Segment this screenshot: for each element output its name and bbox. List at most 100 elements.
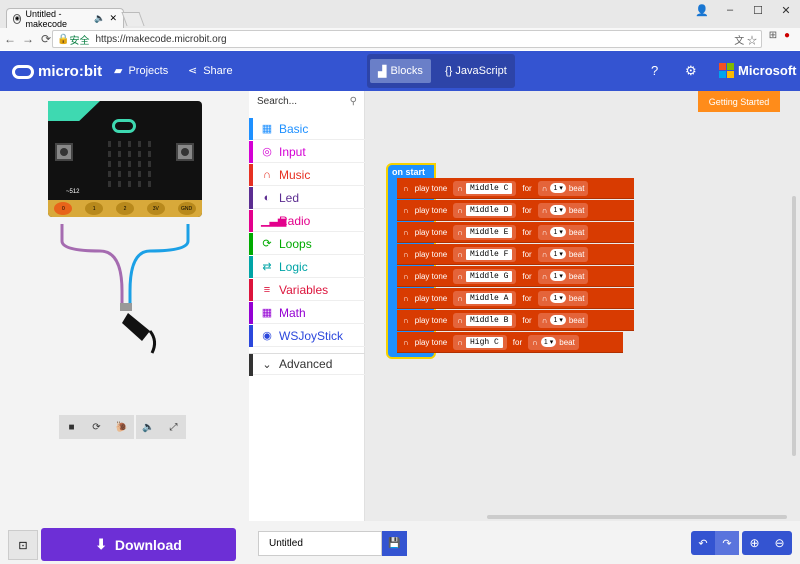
beat-count: 1 ▾ — [550, 293, 566, 303]
headphones-icon: ∩ — [403, 183, 409, 193]
toolbox-category-wsjoystick[interactable]: ◉ WSJoyStick — [249, 325, 365, 347]
note-dropdown[interactable]: ∩ Middle C — [453, 180, 517, 196]
tab-close-icon[interactable]: ✕ — [109, 13, 117, 24]
beat-dropdown[interactable]: ∩ 1 ▾ beat — [537, 224, 589, 240]
note-value: Middle D — [465, 204, 513, 216]
gear-icon[interactable]: ⚙ — [685, 63, 697, 79]
beat-dropdown[interactable]: ∩ 1 ▾ beat — [537, 202, 589, 218]
play-tone-block[interactable]: ∩ play tone ∩ Middle Gfor ∩ 1 ▾ beat — [397, 266, 634, 287]
user-icon[interactable]: 👤 — [688, 0, 716, 20]
logo-text: micro:bit — [38, 63, 103, 80]
share-button[interactable]: ⋖ Share — [188, 64, 233, 78]
play-tone-block[interactable]: ∩ play tone ∩ High Cfor ∩ 1 ▾ beat — [397, 332, 623, 353]
minimize-button[interactable]: – — [716, 0, 744, 20]
browser-tab[interactable]: ◉ Untitled - makecode 🔈 ✕ — [6, 8, 124, 29]
window-controls: 👤 – ☐ ✕ — [688, 0, 800, 20]
play-tone-block[interactable]: ∩ play tone ∩ Middle Ffor ∩ 1 ▾ beat — [397, 244, 634, 265]
toolbox-category-math[interactable]: ▦ Math — [249, 302, 365, 324]
note-dropdown[interactable]: ∩ Middle A — [453, 290, 517, 306]
headphones-icon: ∩ — [541, 183, 548, 193]
toolbox-category-input[interactable]: ◎ Input — [249, 141, 365, 163]
beat-label: beat — [568, 205, 585, 215]
play-tone-block[interactable]: ∩ play tone ∩ Middle Cfor ∩ 1 ▾ beat — [397, 178, 634, 199]
microsoft-logo[interactable]: Microsoft — [719, 63, 797, 78]
play-tone-block[interactable]: ∩ play tone ∩ Middle Efor ∩ 1 ▾ beat — [397, 222, 634, 243]
target-icon: ◎ — [262, 146, 272, 158]
forward-icon[interactable]: → — [20, 32, 36, 46]
fullscreen-icon[interactable]: ⤢ — [161, 415, 186, 439]
note-dropdown[interactable]: ∩ Middle F — [453, 246, 517, 262]
headphones-icon: ∩ — [457, 293, 463, 303]
toolbox-category-variables[interactable]: ≡ Variables — [249, 279, 365, 301]
redo-icon[interactable]: ↷ — [715, 531, 739, 555]
toolbox-category-radio[interactable]: ▁▃▅ Radio — [249, 210, 365, 232]
stop-icon[interactable]: ■ — [59, 415, 84, 439]
save-button[interactable]: 💾 — [382, 531, 407, 556]
toolbox-advanced[interactable]: ⌄ Advanced — [249, 353, 365, 376]
toolbox-category-music[interactable]: ∩ Music — [249, 164, 365, 186]
share-label: Share — [203, 64, 233, 77]
beat-dropdown[interactable]: ∩ 1 ▾ beat — [537, 180, 589, 196]
beat-count: 1 ▾ — [550, 205, 566, 215]
play-tone-block[interactable]: ∩ play tone ∩ Middle Bfor ∩ 1 ▾ beat — [397, 310, 634, 331]
for-label: for — [522, 293, 532, 303]
play-tone-block[interactable]: ∩ play tone ∩ Middle Afor ∩ 1 ▾ beat — [397, 288, 634, 309]
zoom-group: ⊕ ⊖ — [742, 531, 792, 555]
getting-started-button[interactable]: Getting Started — [698, 91, 780, 112]
horizontal-scrollbar[interactable] — [487, 515, 787, 519]
headphones-icon: ∩ — [403, 205, 409, 215]
download-button[interactable]: ⬇ Download — [41, 528, 236, 561]
note-dropdown[interactable]: ∩ Middle D — [453, 202, 517, 218]
undo-icon[interactable]: ↶ — [691, 531, 715, 555]
signal-icon: ▁▃▅ — [261, 215, 287, 227]
new-tab-button[interactable] — [121, 12, 145, 26]
back-icon[interactable]: ← — [2, 32, 18, 46]
toolbox-category-basic[interactable]: ▦ Basic — [249, 118, 365, 140]
category-label: Led — [279, 190, 300, 205]
zoom-out-icon[interactable]: ⊖ — [767, 531, 792, 555]
zoom-in-icon[interactable]: ⊕ — [742, 531, 767, 555]
search-icon[interactable]: ⚲ — [350, 96, 357, 107]
microbit-logo[interactable]: micro:bit — [12, 63, 102, 80]
beat-dropdown[interactable]: ∩ 1 ▾ beat — [528, 334, 579, 350]
beat-dropdown[interactable]: ∩ 1 ▾ beat — [537, 312, 589, 328]
address-bar[interactable]: 🔒 安全 https://makecode.microbit.org 文 ☆ — [52, 30, 762, 48]
beat-count: 1 ▾ — [550, 315, 566, 325]
beat-dropdown[interactable]: ∩ 1 ▾ beat — [537, 290, 589, 306]
blocks-tab[interactable]: ▟ Blocks — [370, 59, 431, 83]
extension-red-icon[interactable]: ● — [780, 30, 794, 44]
extension-icon[interactable]: ⊞ — [766, 30, 780, 44]
note-dropdown[interactable]: ∩ Middle E — [453, 224, 517, 240]
note-dropdown[interactable]: ∩ Middle B — [453, 312, 517, 328]
for-label: for — [522, 227, 532, 237]
category-label: Math — [279, 305, 306, 320]
toolbox-category-led[interactable]: ◐ Led — [249, 187, 365, 209]
restart-icon[interactable]: ⟳ — [84, 415, 109, 439]
slowmo-icon[interactable]: 🐌 — [109, 415, 134, 439]
headphone-wires — [60, 224, 190, 354]
toolbox-category-logic[interactable]: ⇄ Logic — [249, 256, 365, 278]
play-tone-label: play tone — [414, 315, 448, 325]
toolbox-category-loops[interactable]: ⟳ Loops — [249, 233, 365, 255]
collapse-simulator-button[interactable]: ⊡ — [8, 530, 38, 560]
note-dropdown[interactable]: ∩ High C — [453, 334, 507, 350]
note-dropdown[interactable]: ∩ Middle G — [453, 268, 517, 284]
address-row: ← → ⟳ 🔒 安全 https://makecode.microbit.org… — [0, 28, 800, 50]
url-text: https://makecode.microbit.org — [95, 33, 227, 45]
projects-button[interactable]: ▰ Projects — [114, 64, 168, 78]
play-tone-block[interactable]: ∩ play tone ∩ Middle Dfor ∩ 1 ▾ beat — [397, 200, 634, 221]
beat-dropdown[interactable]: ∩ 1 ▾ beat — [537, 268, 589, 284]
vertical-scrollbar[interactable] — [792, 196, 796, 456]
close-window-button[interactable]: ✕ — [772, 0, 800, 20]
bookmark-star-icon[interactable]: 文 ☆ — [734, 32, 757, 47]
help-icon[interactable]: ? — [651, 63, 658, 78]
search-placeholder: Search... — [257, 96, 298, 107]
mute-icon[interactable]: 🔈 — [136, 415, 161, 439]
search-input[interactable]: Search... ⚲ — [257, 96, 357, 110]
headphones-icon: ∩ — [263, 168, 271, 181]
beat-dropdown[interactable]: ∩ 1 ▾ beat — [537, 246, 589, 262]
maximize-button[interactable]: ☐ — [744, 0, 772, 20]
javascript-tab[interactable]: {} JavaScript — [437, 59, 515, 83]
project-name-input[interactable]: Untitled — [258, 531, 382, 556]
on-start-label: on start — [392, 167, 426, 177]
